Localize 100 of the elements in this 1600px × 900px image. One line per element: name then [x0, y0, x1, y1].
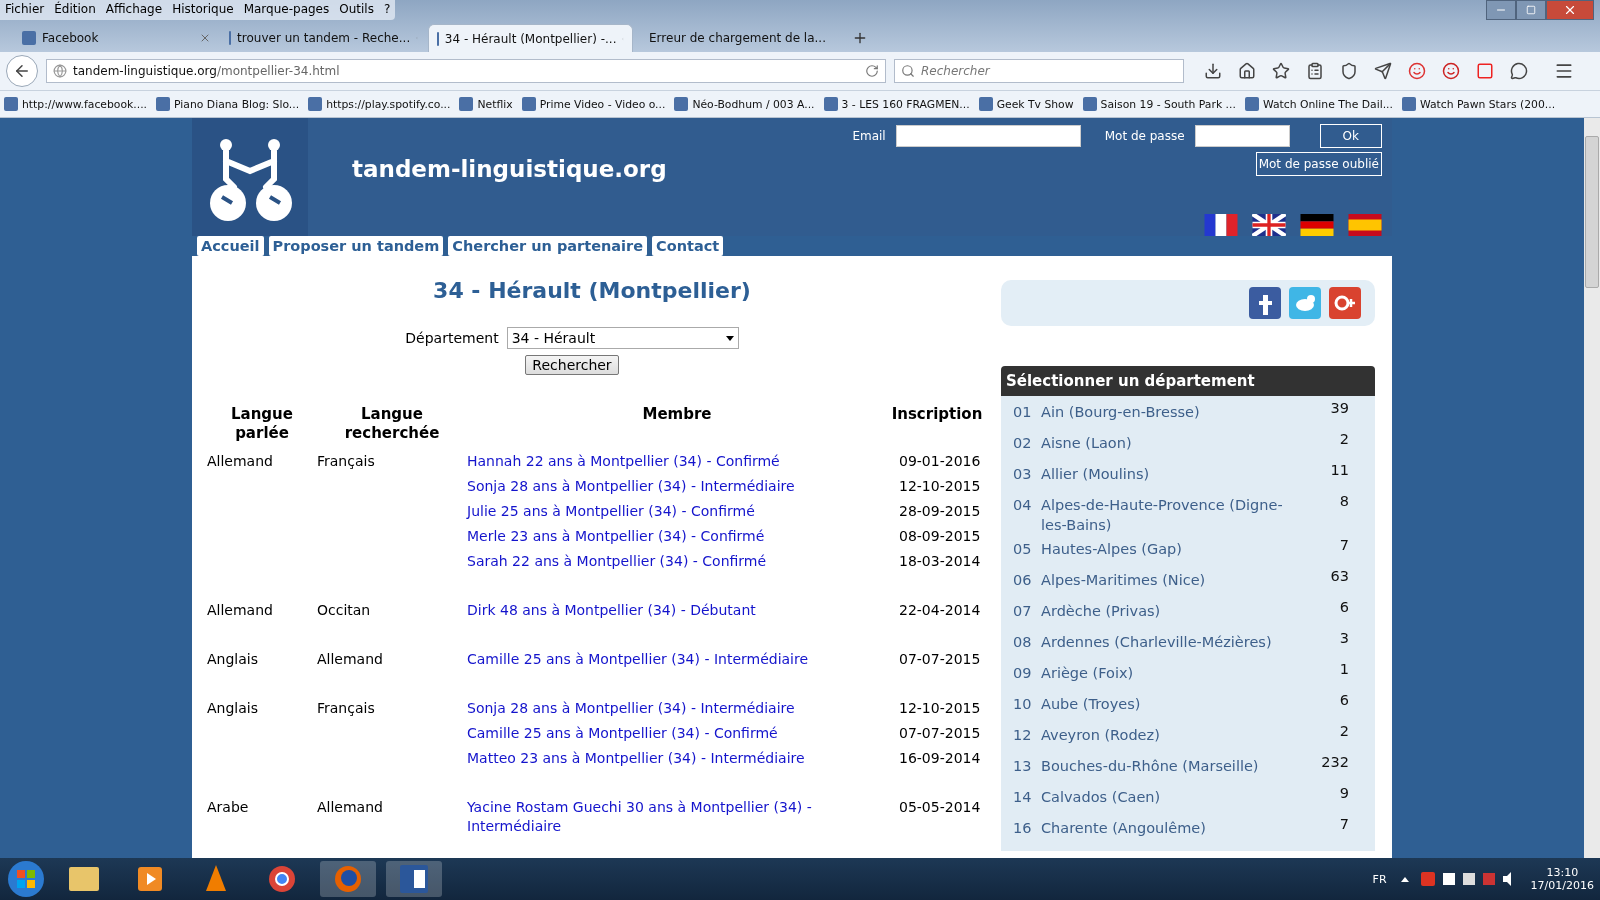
table-cell: Anglais: [207, 651, 258, 667]
email-field[interactable]: [895, 125, 1081, 147]
browser-tab[interactable]: 34 - Hérault (Montpellier) -...: [428, 24, 633, 52]
member-link[interactable]: Yacine Rostam Guechi 30 ans à Montpellier (34) - Intermédiaire: [467, 795, 887, 839]
bookmark-link[interactable]: Watch Online The Dail...: [1262, 97, 1393, 111]
menu-item[interactable]: Affichage: [100, 0, 168, 20]
spanish-flag[interactable]: [1348, 214, 1382, 236]
ok-button[interactable]: Ok: [1319, 124, 1382, 148]
start-button[interactable]: [6, 859, 46, 899]
forgot-password-button[interactable]: Mot de passe oublié: [1255, 152, 1382, 176]
nav-tab[interactable]: Proposer un tandem: [268, 236, 444, 256]
member-link[interactable]: Camille 25 ans à Montpellier (34) - Confirmé: [467, 721, 887, 746]
department-link[interactable]: 02 Aisne (Laon) 2: [1001, 431, 1375, 462]
bookmark-link[interactable]: http://www.facebook....: [22, 97, 148, 111]
nav-tab[interactable]: Contact: [652, 236, 724, 256]
column-header: Inscription: [890, 405, 984, 425]
square-icon[interactable]: [1476, 62, 1494, 80]
bookmark-link[interactable]: 3 - LES 160 FRAGMEN...: [841, 97, 970, 111]
new-tab-icon[interactable]: [852, 30, 868, 46]
password-field[interactable]: [1194, 125, 1290, 147]
bookmark-link[interactable]: https://play.spotify.co...: [326, 97, 451, 111]
scrollbar[interactable]: [1584, 118, 1600, 858]
globe-icon: [53, 64, 67, 78]
search-button[interactable]: Rechercher: [525, 355, 619, 375]
bookmark-icon: [978, 97, 993, 111]
menu-item[interactable]: ?: [378, 0, 396, 20]
minimize-button[interactable]: [1486, 0, 1516, 20]
nav-tab[interactable]: Chercher un partenaire: [448, 236, 648, 256]
department-link[interactable]: 07 Ardèche (Privas) 6: [1001, 599, 1375, 630]
bookmark-icon: [1401, 97, 1416, 111]
maximize-icon: [1526, 5, 1536, 15]
department-link[interactable]: 06 Alpes-Maritimes (Nice) 63: [1001, 568, 1375, 599]
search-field[interactable]: Rechercher: [921, 64, 990, 78]
french-flag[interactable]: [1204, 214, 1238, 236]
download-icon[interactable]: [1204, 62, 1222, 80]
department-link[interactable]: 12 Aveyron (Rodez) 2: [1001, 723, 1375, 754]
home-icon[interactable]: [1238, 62, 1256, 80]
department-link[interactable]: 08 Ardennes (Charleville-Mézières) 3: [1001, 630, 1375, 661]
department-select[interactable]: 34 - Hérault: [506, 327, 739, 349]
back-button[interactable]: [6, 55, 38, 87]
department-link[interactable]: 14 Calvados (Caen) 9: [1001, 785, 1375, 816]
department-link[interactable]: 16 Charente (Angoulême) 7: [1001, 816, 1375, 847]
close-button[interactable]: [1546, 0, 1594, 20]
menu-icon[interactable]: [1554, 61, 1574, 81]
date-cell-text: 09-01-2016: [898, 452, 982, 471]
member-link[interactable]: Julie 25 ans à Montpellier (34) - Confirmé: [467, 499, 887, 524]
bookmark-link[interactable]: Néo-Bodhum / 003 A...: [692, 97, 815, 111]
send-icon[interactable]: [1374, 62, 1392, 80]
department-link[interactable]: 04 Alpes-de-Haute-Provence (Digne-les-Bains) 8: [1001, 493, 1375, 537]
menu-item[interactable]: Historique: [167, 0, 239, 20]
date-cell-text: 22-04-2014: [898, 601, 982, 620]
menu-item[interactable]: Fichier: [0, 0, 50, 20]
menu-item[interactable]: Marque-pages: [238, 0, 335, 20]
chat-icon[interactable]: [1510, 62, 1528, 80]
date-cell-text: 05-05-2014: [898, 798, 982, 817]
department-link[interactable]: 10 Aube (Troyes) 6: [1001, 692, 1375, 723]
bookmark-link[interactable]: Saison 19 - South Park ...: [1100, 97, 1236, 111]
member-link[interactable]: Sonja 28 ans à Montpellier (34) - Intermédiaire: [467, 474, 887, 499]
cone-icon: [204, 865, 228, 893]
table-cell: Français: [317, 453, 375, 469]
department-link[interactable]: 13 Bouches-du-Rhône (Marseille) 232: [1001, 754, 1375, 785]
member-link[interactable]: Sarah 22 ans à Montpellier (34) - Confirmé: [467, 549, 887, 574]
browser-tab[interactable]: Erreur de chargement de la...: [635, 24, 840, 52]
browser-tab[interactable]: Facebook: [14, 24, 219, 52]
department-link[interactable]: 03 Allier (Moulins) 11: [1001, 462, 1375, 493]
bookmark-icon: [459, 97, 474, 111]
member-link[interactable]: Matteo 23 ans à Montpellier (34) - Intermédiaire: [467, 746, 887, 771]
bookmark-link[interactable]: Prime Video - Video o...: [539, 97, 666, 111]
language-indicator[interactable]: FR: [1372, 872, 1387, 886]
date-cell-text: 07-07-2015: [898, 650, 982, 669]
date-cell-text: 16-09-2014: [898, 749, 982, 768]
department-link[interactable]: 09 Ariège (Foix) 1: [1001, 661, 1375, 692]
member-link[interactable]: Camille 25 ans à Montpellier (34) - Intermédiaire: [467, 647, 887, 672]
member-link[interactable]: Merle 23 ans à Montpellier (34) - Confirmé: [467, 524, 887, 549]
column-header: Membre: [641, 405, 713, 425]
star-icon[interactable]: [1272, 62, 1290, 80]
bookmark-icon: [1082, 97, 1097, 111]
reload-icon[interactable]: [865, 64, 879, 78]
maximize-button[interactable]: [1516, 0, 1546, 20]
browser-tab[interactable]: trouver un tandem - Reche...: [221, 24, 426, 52]
smiley-icon[interactable]: [1408, 62, 1426, 80]
menu-item[interactable]: Édition: [49, 0, 101, 20]
smiley-icon[interactable]: [1442, 62, 1460, 80]
menu-item[interactable]: Outils: [334, 0, 379, 20]
shield-icon[interactable]: [1340, 62, 1358, 80]
member-link[interactable]: Dirk 48 ans à Montpellier (34) - Débutant: [467, 598, 887, 623]
member-link[interactable]: Hannah 22 ans à Montpellier (34) - Confirmé: [467, 449, 887, 474]
taskbar-app[interactable]: [386, 861, 442, 897]
bookmark-link[interactable]: Watch Pawn Stars (200...: [1419, 97, 1556, 111]
bookmark-link[interactable]: Geek Tv Show: [996, 97, 1074, 111]
member-link[interactable]: Sonja 28 ans à Montpellier (34) - Intermédiaire: [467, 696, 887, 721]
bookmark-link[interactable]: Piano Diana Blog: Slo...: [174, 97, 300, 111]
german-flag[interactable]: [1300, 214, 1334, 236]
list-icon[interactable]: [1306, 62, 1324, 80]
british-flag[interactable]: [1252, 214, 1286, 236]
nav-tab[interactable]: Accueil: [197, 236, 264, 256]
bookmark-link[interactable]: Netflix: [477, 97, 513, 111]
bookmark-icon: [674, 97, 689, 111]
department-link[interactable]: 01 Ain (Bourg-en-Bresse) 39: [1001, 400, 1375, 431]
department-link[interactable]: 05 Hautes-Alpes (Gap) 7: [1001, 537, 1375, 568]
